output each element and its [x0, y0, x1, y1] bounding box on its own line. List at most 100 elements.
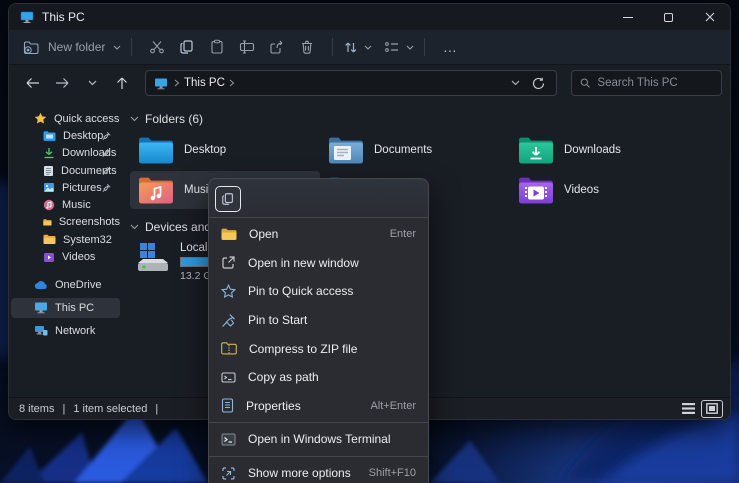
sidebar-item-pictures[interactable]: Pictures — [11, 179, 120, 196]
menu-item-open-in-new-window[interactable]: Open in new window — [209, 249, 428, 278]
sidebar-item-screenshots[interactable]: Screenshots — [11, 214, 120, 231]
sidebar-item-label: This PC — [55, 302, 94, 314]
videos-folder-icon — [518, 176, 554, 205]
search-input[interactable] — [597, 77, 713, 89]
onedrive-cloud-icon — [34, 280, 48, 290]
search-icon — [580, 77, 590, 89]
video-icon — [43, 252, 55, 263]
minimize-button[interactable] — [607, 4, 648, 30]
sidebar-item-system32[interactable]: System32 — [11, 231, 120, 248]
folder-tile-label: Downloads — [564, 144, 621, 156]
star-icon — [34, 112, 47, 125]
maximize-icon — [664, 13, 673, 22]
folder-tile-desktop[interactable]: Desktop — [130, 131, 320, 169]
context-menu-quick-actions — [209, 183, 428, 215]
maximize-button[interactable] — [648, 4, 689, 30]
sidebar-item-label: Videos — [62, 251, 95, 263]
network-icon — [34, 325, 48, 337]
folder-tile-documents[interactable]: Documents — [320, 131, 510, 169]
toolbar-separator — [332, 38, 333, 56]
menu-item-label: Compress to ZIP file — [249, 342, 357, 356]
copy-path-icon — [221, 371, 236, 384]
rename-button[interactable] — [232, 35, 262, 59]
menu-item-open[interactable]: Open Enter — [209, 220, 428, 249]
breadcrumb-this-pc[interactable]: This PC — [184, 77, 225, 89]
sidebar-item-desktop[interactable]: Desktop — [11, 127, 120, 144]
pushpin-icon — [221, 313, 236, 328]
menu-item-pin-to-quick-access[interactable]: Pin to Quick access — [209, 277, 428, 306]
properties-doc-icon — [221, 398, 234, 413]
forward-button[interactable] — [49, 70, 75, 96]
sidebar-item-onedrive[interactable]: OneDrive — [11, 275, 120, 295]
music-folder-icon — [138, 176, 174, 205]
close-button[interactable] — [689, 4, 730, 30]
menu-item-show-more-options[interactable]: Show more options Shift+F10 — [209, 459, 428, 483]
folder-tile-videos[interactable]: Videos — [510, 171, 700, 209]
menu-item-properties[interactable]: Properties Alt+Enter — [209, 392, 428, 421]
address-bar-row: This PC — [9, 65, 730, 101]
close-icon — [705, 12, 715, 22]
menu-item-open-in-windows-terminal[interactable]: Open in Windows Terminal — [209, 425, 428, 454]
back-button[interactable] — [19, 70, 45, 96]
copy-button[interactable] — [172, 35, 202, 59]
menu-item-copy-as-path[interactable]: Copy as path — [209, 363, 428, 392]
large-icons-view-button[interactable] — [702, 401, 722, 417]
new-folder-button[interactable]: New folder — [23, 40, 121, 55]
refresh-button[interactable] — [526, 70, 550, 96]
view-button[interactable] — [384, 40, 414, 54]
forward-icon — [55, 77, 70, 89]
pin-icon — [102, 166, 111, 175]
breadcrumb-chevron-icon — [229, 79, 235, 87]
sidebar-item-network[interactable]: Network — [11, 321, 120, 341]
chevron-down-icon — [511, 80, 520, 86]
menu-item-shortcut: Alt+Enter — [370, 400, 416, 412]
sort-button[interactable] — [343, 40, 372, 55]
context-menu: Open Enter Open in new window Pin to Qui… — [208, 178, 429, 483]
menu-item-compress-to-zip[interactable]: Compress to ZIP file — [209, 334, 428, 363]
sidebar-item-this-pc[interactable]: This PC — [11, 298, 120, 318]
folder-icon — [43, 217, 52, 228]
details-view-button[interactable] — [678, 401, 698, 417]
zip-folder-icon — [221, 342, 237, 355]
folder-tile-downloads[interactable]: Downloads — [510, 131, 700, 169]
share-button[interactable] — [262, 35, 292, 59]
large-icons-view-icon — [706, 403, 718, 414]
address-bar[interactable]: This PC — [145, 70, 557, 96]
sidebar-item-videos[interactable]: Videos — [11, 248, 120, 265]
sidebar-item-music[interactable]: Music — [11, 196, 120, 213]
folder-tile-label: Desktop — [184, 144, 226, 156]
see-more-button[interactable]: … — [435, 35, 465, 59]
cut-button[interactable] — [142, 35, 172, 59]
status-divider: | — [62, 403, 65, 415]
sidebar-item-label: Pictures — [62, 182, 102, 194]
address-dropdown-button[interactable] — [504, 70, 526, 96]
quick-copy-button[interactable] — [215, 186, 241, 212]
music-disc-icon — [43, 199, 55, 211]
search-box[interactable] — [571, 70, 722, 96]
window-title: This PC — [42, 10, 85, 24]
menu-item-label: Properties — [246, 399, 301, 413]
minimize-icon — [623, 17, 633, 18]
sidebar-item-label: System32 — [63, 234, 112, 246]
menu-item-pin-to-start[interactable]: Pin to Start — [209, 306, 428, 335]
up-button[interactable] — [109, 70, 135, 96]
folders-section-header[interactable]: Folders (6) — [130, 111, 730, 127]
documents-folder-icon — [328, 136, 364, 165]
paste-icon — [209, 39, 225, 55]
this-pc-icon — [154, 77, 168, 90]
paste-button[interactable] — [202, 35, 232, 59]
sidebar-item-label: Screenshots — [59, 216, 120, 228]
delete-button[interactable] — [292, 35, 322, 59]
sidebar-item-quick-access[interactable]: Quick access — [11, 110, 120, 127]
menu-item-label: Show more options — [248, 466, 351, 480]
recent-locations-button[interactable] — [79, 70, 105, 96]
toolbar-separator — [424, 38, 425, 56]
menu-item-label: Open in Windows Terminal — [248, 432, 391, 446]
copy-icon — [221, 192, 235, 206]
document-icon — [43, 165, 54, 177]
sidebar-item-documents[interactable]: Documents — [11, 162, 120, 179]
star-outline-icon — [221, 284, 236, 299]
status-divider: | — [155, 403, 158, 415]
sidebar-item-downloads[interactable]: Downloads — [11, 145, 120, 162]
folder-tile-label: Videos — [564, 184, 599, 196]
